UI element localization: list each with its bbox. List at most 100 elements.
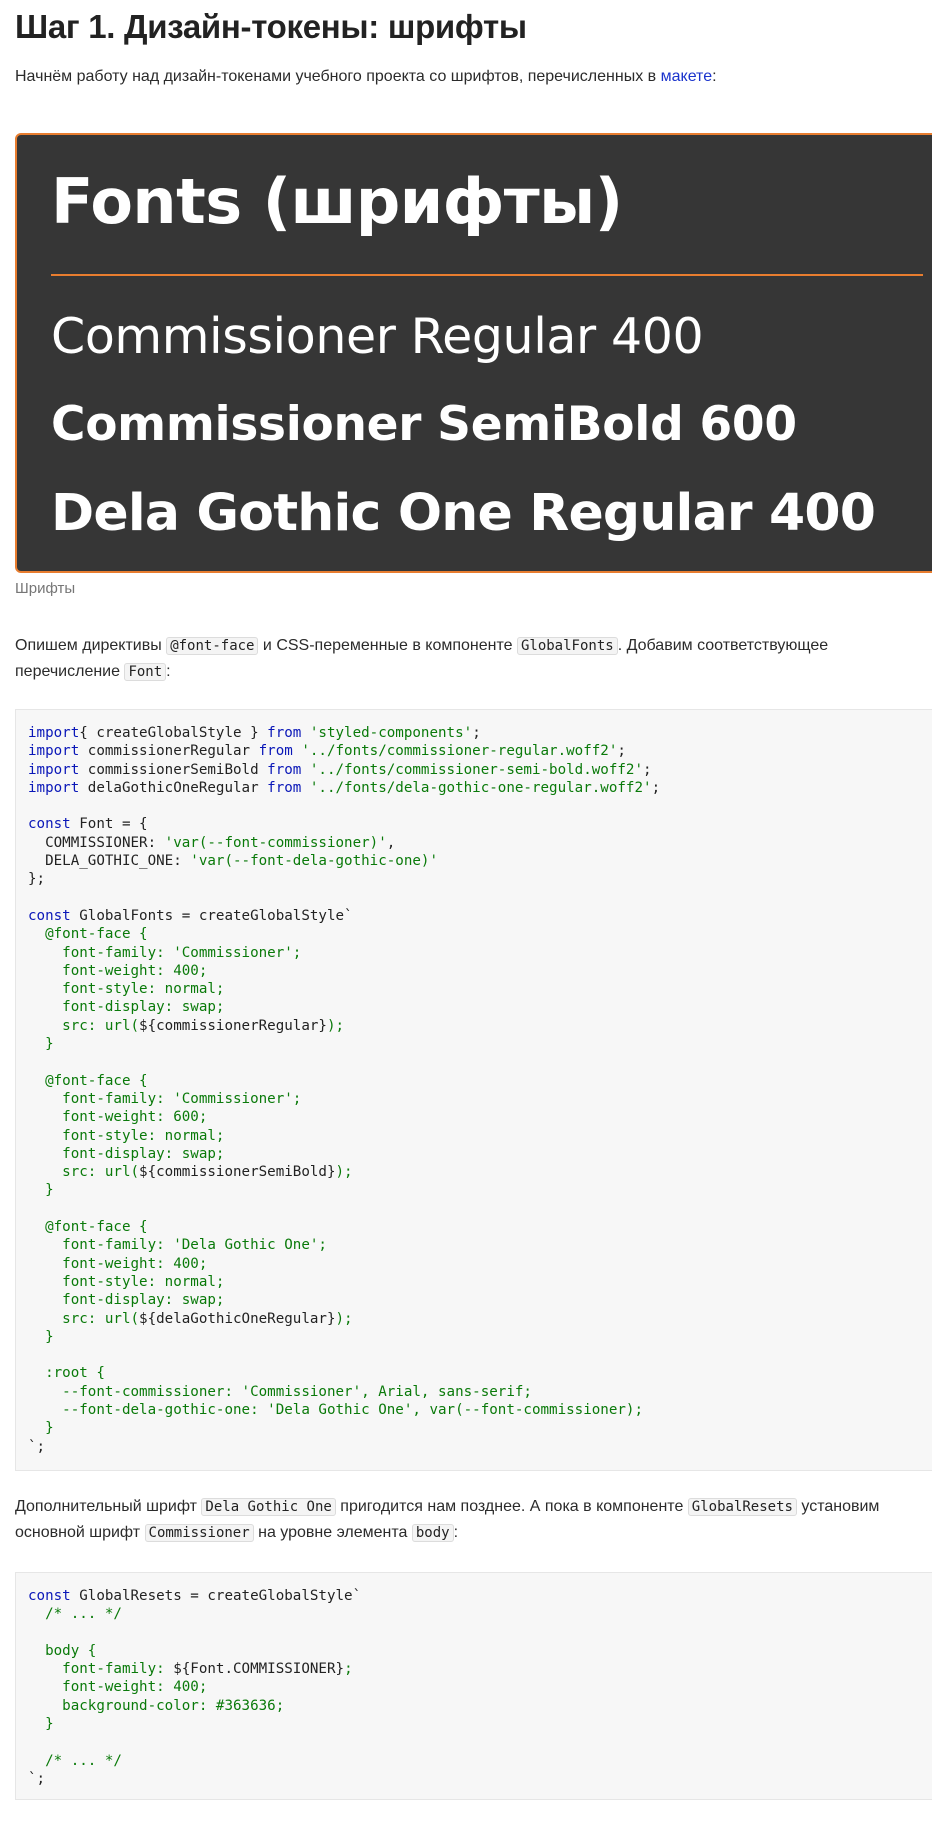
code-line: const Font = { [28,815,927,833]
code-line: @font-face { [28,1072,927,1090]
code-string: font-family: 'Commissioner'; [28,1090,302,1107]
figure-title: Fonts (шрифты) [51,165,623,238]
paragraph-global-resets: Дополнительный шрифт Dela Gothic One при… [15,1494,925,1546]
code-line: font-weight: 400; [28,1255,927,1273]
figure-caption: Шрифты [15,580,76,597]
text: пригодится нам позднее. А пока в компоне… [335,1498,688,1515]
code-line: font-style: normal; [28,1127,927,1145]
code-keyword: from [267,725,302,741]
code-line: } [28,1181,927,1199]
fonts-figure: Fonts (шрифты) Commissioner Regular 400 … [15,133,932,573]
code-token: ; [472,725,481,741]
code-string: /* ... */ [28,1606,122,1623]
code-string: body { [28,1642,97,1659]
code-line: font-display: swap; [28,1291,927,1309]
code-token: `; [28,1438,46,1455]
code-line: --font-commissioner: 'Commissioner', Ari… [28,1383,927,1401]
code-line: } [28,1328,927,1346]
code-token: delaGothicOneRegular [79,779,268,796]
code-string: ); [335,1310,353,1327]
code-line: /* ... */ [28,1605,927,1623]
code-string: /* ... */ [28,1752,122,1769]
code-line: COMMISSIONER: 'var(--font-commissioner)'… [28,834,927,852]
code-string: } [28,1036,54,1053]
code-keyword: const [28,907,71,924]
code-token: ; [651,779,661,796]
code-block-global-resets[interactable]: const GlobalResets = createGlobalStyle` … [15,1572,932,1800]
code-string: } [28,1328,54,1345]
text: на уровне элемента [253,1524,412,1541]
code-string: font-weight: 600; [28,1109,208,1126]
code-line: body { [28,1642,927,1660]
code-line: const GlobalFonts = createGlobalStyle` [28,907,927,925]
code-string: src: url( [28,1017,140,1034]
code-string: font-display: swap; [28,999,225,1016]
code-string: font-family: [28,1661,174,1678]
code-token: ; [643,761,652,778]
code-string: } [28,1716,54,1733]
code-block-global-fonts[interactable]: import{ createGlobalStyle } from 'styled… [15,709,932,1471]
code-string: font-family: 'Commissioner'; [28,944,302,961]
paragraph-font-face: Опишем директивы @font-face и CSS-переме… [15,633,925,685]
code-token: commissionerSemiBold [79,761,268,778]
code-token: GlobalResets = createGlobalStyle` [70,1588,362,1604]
code-line: font-weight: 600; [28,1108,927,1126]
text: : [166,663,171,680]
code-token: { createGlobalStyle } [79,725,268,741]
code-string: font-family: 'Dela Gothic One'; [28,1237,327,1254]
code-token: }; [28,871,46,888]
code-token: GlobalFonts = createGlobalStyle` [70,907,353,924]
code-keyword: import [28,761,80,778]
font-sample-dela-gothic: Dela Gothic One Regular 400 [51,484,876,543]
code-string: font-display: swap; [28,1145,225,1162]
code-line: font-weight: 400; [28,962,927,980]
code-string: } [28,1182,54,1199]
code-string: '../fonts/dela-gothic-one-regular.woff2' [309,779,652,796]
code-line: } [28,1035,927,1053]
inline-code-globalfonts: GlobalFonts [516,637,618,655]
code-keyword: from [267,779,302,796]
code-string: font-weight: 400; [28,1679,208,1696]
code-line: import commissionerSemiBold from '../fon… [28,761,927,779]
code-string: background-color: #363636; [28,1697,285,1714]
inline-code-body: body [411,1524,454,1542]
inline-code-font: Font [124,663,167,681]
code-token: ${commissionerSemiBold} [139,1164,336,1181]
code-token: COMMISSIONER: [28,834,165,851]
font-sample-regular: Commissioner Regular 400 [51,308,704,365]
inline-code-globalresets: GlobalResets [687,1498,797,1516]
code-keyword: from [267,761,302,778]
code-line: `; [28,1438,927,1456]
inline-code-dela-gothic-one: Dela Gothic One [201,1498,336,1516]
code-string: font-style: normal; [28,981,225,998]
code-line: src: url(${delaGothicOneRegular}); [28,1310,927,1328]
code-string: --font-dela-gothic-one: 'Dela Gothic One… [28,1401,643,1418]
layout-link[interactable]: макете [661,68,713,85]
text: и CSS-переменные в компоненте [258,637,517,654]
code-string: ); [335,1164,353,1181]
code-string: :root { [28,1365,105,1382]
code-line: @font-face { [28,925,927,943]
code-line: DELA_GOTHIC_ONE: 'var(--font-dela-gothic… [28,852,927,870]
code-token: `; [28,1770,46,1787]
code-string: 'var(--font-dela-gothic-one)' [190,853,439,870]
code-line: --font-dela-gothic-one: 'Dela Gothic One… [28,1401,927,1419]
code-line: :root { [28,1364,927,1382]
text: Дополнительный шрифт [15,1498,202,1515]
code-token: , [386,834,396,851]
code-line: }; [28,870,927,888]
inline-code-commissioner: Commissioner [144,1524,254,1542]
code-token: ${commissionerRegular} [139,1017,327,1034]
code-token: ${delaGothicOneRegular} [139,1310,336,1327]
code-string: font-style: normal; [28,1273,225,1290]
code-line: font-display: swap; [28,998,927,1016]
